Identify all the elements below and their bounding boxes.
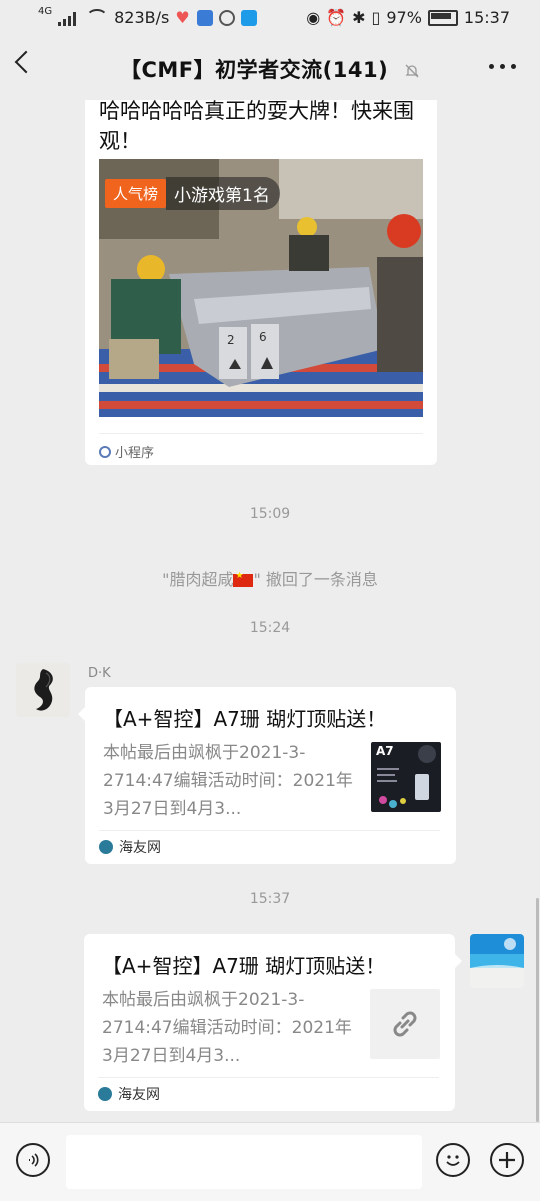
link-title: 【A+智控】A7珊 瑚灯顶贴送！ (102, 954, 386, 978)
svg-text:2: 2 (227, 333, 235, 347)
mute-bell-icon (405, 64, 419, 78)
signal-icon (58, 10, 80, 26)
ranking-text: 小游戏第1名 (166, 177, 280, 210)
alarm-icon: ⏰ (326, 8, 347, 27)
avatar[interactable] (16, 663, 70, 717)
message-input[interactable] (66, 1135, 422, 1189)
timestamp: 15:37 (249, 891, 291, 907)
bluetooth-icon: ✱ (352, 8, 366, 27)
timestamp: 15:09 (249, 506, 291, 522)
circle-app-icon (219, 9, 236, 26)
link-source: 海友网 (118, 1087, 160, 1103)
svg-text:6: 6 (259, 330, 267, 344)
link-description: 本帖最后由飒枫于2021-3-2714:47编辑活动时间：2021年3月27日到… (102, 990, 352, 1066)
link-source: 海友网 (119, 840, 161, 856)
link-placeholder (370, 989, 440, 1059)
my-avatar[interactable] (470, 934, 524, 988)
link-footer: 海友网 (98, 1077, 439, 1104)
link-icon (393, 1011, 417, 1037)
mini-program-title: 哈哈哈哈哈真正的耍大牌！快来围观！ (99, 100, 414, 153)
recall-notice: "腊肉超咸 " 撤回了一条消息 (0, 566, 540, 590)
mini-program-source: 小程序 (115, 446, 155, 461)
link-footer: 海友网 (99, 830, 440, 857)
network-speed: 823B/s (114, 8, 170, 27)
ranking-tag: 人气榜 (105, 179, 167, 208)
chat-title: 【CMF】初学者交流(141) (0, 54, 540, 84)
timestamp: 15:24 (249, 620, 291, 636)
network-label: 4G (38, 6, 53, 17)
mini-program-badge: 人气榜 小游戏第1名 (105, 177, 280, 210)
link-message-card[interactable]: 【A+智控】A7珊 瑚灯顶贴送！ 本帖最后由飒枫于2021-3-2714:47编… (84, 934, 462, 1111)
health-app-icon: ♥ (175, 7, 190, 27)
china-flag-icon (233, 571, 254, 587)
wifi-icon (86, 8, 109, 27)
voice-icon[interactable] (16, 1143, 50, 1177)
status-bar: 4G 823B/s ♥ ◉ ⏰ ✱ ▯ 97% 15:37 (0, 0, 540, 36)
bulb-app-icon (241, 9, 258, 26)
mini-program-card[interactable]: 哈哈哈哈哈真正的耍大牌！快来围观！ 2 6 人气榜 小游戏第1名 小程序 (85, 100, 437, 465)
app-icon (197, 9, 214, 26)
sender-name: D·K (88, 666, 111, 681)
emoji-icon[interactable] (436, 1143, 470, 1177)
mini-program-image: 2 6 人气榜 小游戏第1名 (99, 159, 423, 417)
chat-title-text: 【CMF】初学者交流(141) (120, 58, 389, 82)
scrollbar[interactable] (536, 898, 539, 1122)
recall-suffix: " 撤回了一条消息 (253, 570, 378, 589)
source-logo-icon (98, 1087, 112, 1101)
input-bar (0, 1122, 540, 1201)
vibrate-icon: ▯ (371, 8, 381, 27)
battery-percent: 97% (386, 8, 422, 27)
thumbnail-label: A7 (376, 744, 394, 758)
source-logo-icon (99, 840, 113, 854)
link-title: 【A+智控】A7珊 瑚灯顶贴送！ (103, 707, 387, 731)
plus-icon[interactable] (490, 1143, 524, 1177)
link-thumbnail: A7 (371, 742, 441, 812)
chat-header: 【CMF】初学者交流(141) (0, 36, 540, 100)
mini-program-icon (99, 445, 111, 458)
eye-icon: ◉ (306, 8, 321, 27)
link-description: 本帖最后由飒枫于2021-3-2714:47编辑活动时间：2021年3月27日到… (103, 743, 353, 819)
link-message-card[interactable]: 【A+智控】A7珊 瑚灯顶贴送！ 本帖最后由飒枫于2021-3-2714:47编… (78, 687, 456, 864)
chat-area[interactable]: 哈哈哈哈哈真正的耍大牌！快来围观！ 2 6 人气榜 小游戏第1名 小程序 15:… (0, 100, 540, 1122)
more-options-icon[interactable] (489, 64, 516, 69)
recall-prefix: "腊肉超咸 (162, 570, 234, 589)
mini-program-footer: 小程序 (99, 433, 423, 461)
clock: 15:37 (463, 8, 510, 27)
battery-icon (427, 9, 458, 26)
